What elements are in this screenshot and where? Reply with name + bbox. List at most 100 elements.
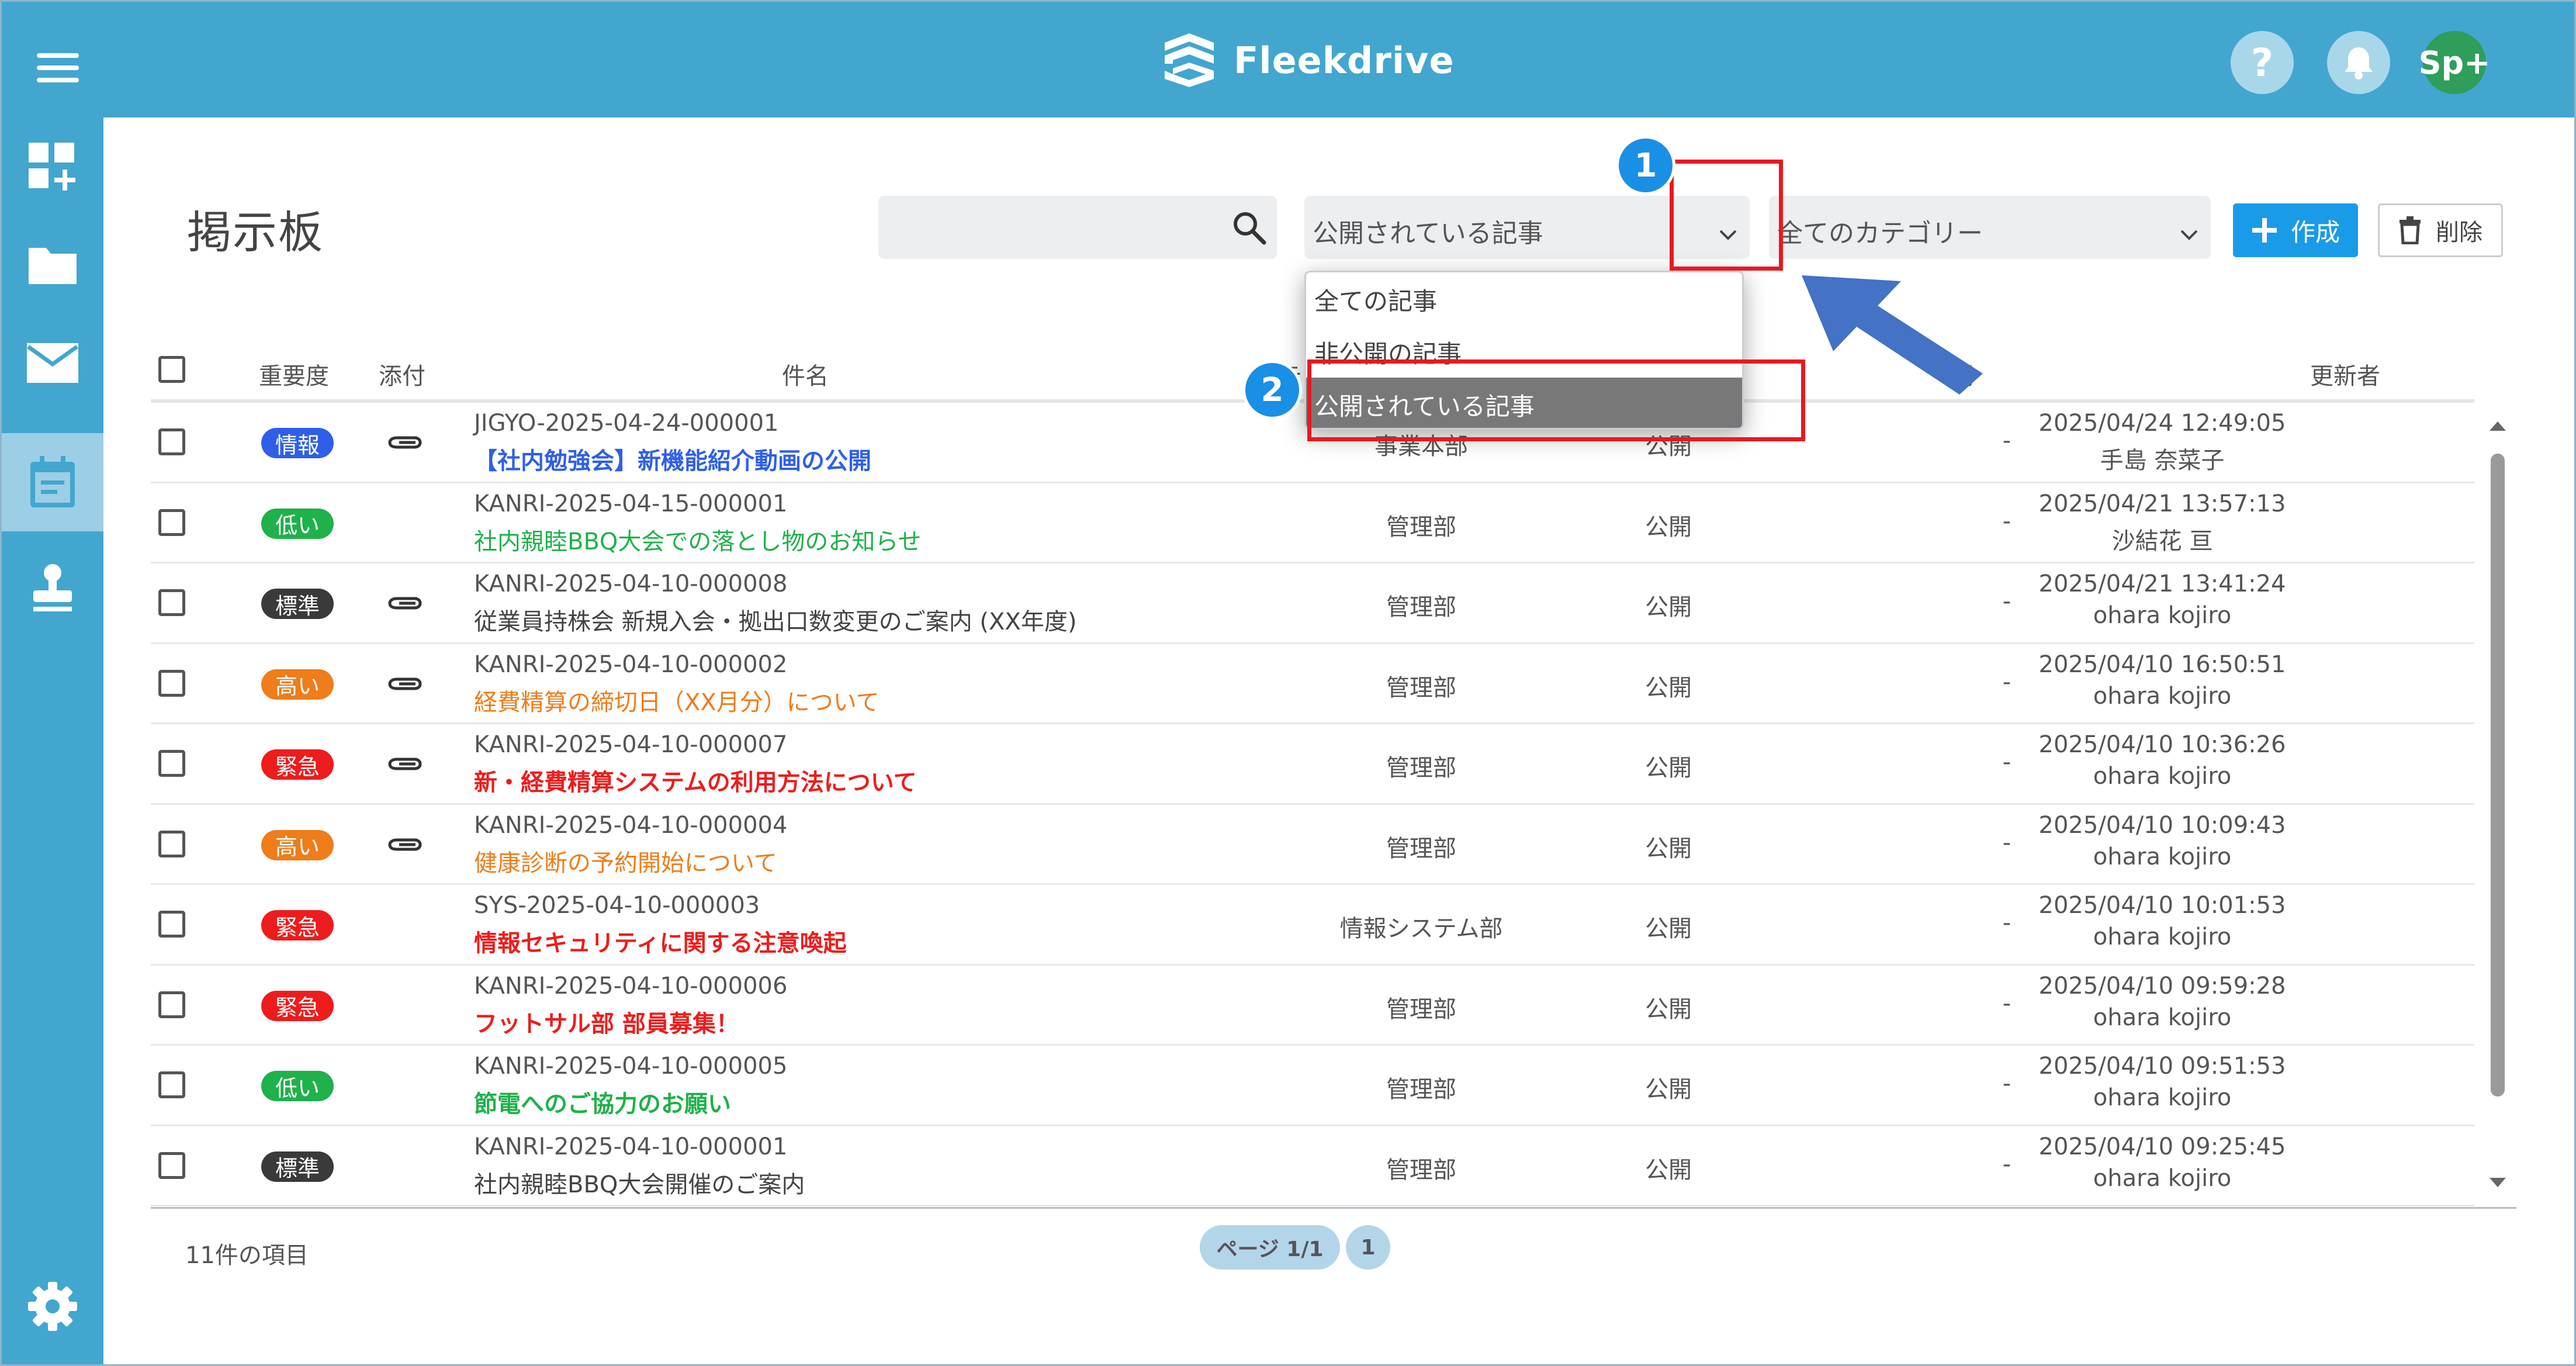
step-2-marker: 2: [1245, 363, 1299, 417]
table-row[interactable]: 低い KANRI-2025-04-15-000001 社内親睦BBQ大会での落とし物…: [151, 483, 2474, 563]
trash-icon: [2400, 216, 2421, 244]
col-updater[interactable]: 更新者: [2310, 357, 2380, 391]
status-cell: 公開: [1645, 1076, 1692, 1103]
paperclip-icon: [386, 430, 424, 455]
table-row[interactable]: 緊急 KANRI-2025-04-10-000006 フットサル部 部員募集！ 管理部…: [151, 966, 2474, 1046]
table-row[interactable]: 緊急 SYS-2025-04-10-000003 情報セキュリティに関する注意喚起 情…: [151, 885, 2474, 966]
sidebar-item-dashboard[interactable]: [2, 117, 103, 216]
article-subject-link[interactable]: 節電へのご協力のお願い: [474, 1085, 731, 1119]
sidebar-item-folders[interactable]: [2, 216, 103, 314]
table-row[interactable]: 標準 KANRI-2025-04-10-000001 社内親睦BBQ大会開催のご案内…: [151, 1126, 2474, 1206]
article-code: JIGYO-2025-04-24-000001: [474, 410, 779, 437]
row-checkbox[interactable]: [158, 991, 185, 1018]
updated-datetime: 2025/04/10 10:09:43: [2038, 811, 2286, 839]
article-subject-link[interactable]: 経費精算の締切日（XX月分）について: [474, 683, 880, 717]
department-cell: 管理部: [1386, 1076, 1456, 1103]
step-1-marker: 1: [1619, 139, 1673, 192]
row-checkbox[interactable]: [158, 1151, 185, 1179]
article-subject-link[interactable]: 新・経費精算システムの利用方法について: [474, 763, 917, 797]
search-input[interactable]: [878, 196, 1277, 259]
updated-datetime: 2025/04/21 13:41:24: [2038, 570, 2286, 597]
updater-name: 手島 奈菜子: [2100, 447, 2225, 474]
notifications-button[interactable]: [2327, 31, 2390, 94]
status-cell: 公開: [1645, 674, 1692, 701]
help-button[interactable]: ?: [2231, 31, 2294, 94]
create-button[interactable]: 作成: [2233, 203, 2358, 257]
row-checkbox[interactable]: [158, 750, 185, 777]
page-number-button[interactable]: 1: [1346, 1225, 1390, 1270]
status-cell: 公開: [1645, 755, 1692, 781]
sidebar-item-stamp[interactable]: [2, 540, 103, 638]
status-cell: 公開: [1645, 995, 1692, 1023]
updated-datetime: 2025/04/24 12:49:05: [2038, 410, 2286, 437]
importance-badge: 低い: [261, 1071, 334, 1101]
row-checkbox[interactable]: [158, 1071, 185, 1098]
article-subject-link[interactable]: 健康診断の予約開始について: [474, 844, 777, 878]
user-avatar[interactable]: Sp+: [2419, 31, 2490, 94]
table-row[interactable]: 低い KANRI-2025-04-10-000005 節電へのご協力のお願い 管理部 公…: [151, 1046, 2474, 1126]
chevron-down-icon[interactable]: [2179, 218, 2199, 248]
updater-name: ohara kojiro: [2093, 1004, 2232, 1031]
article-subject-link[interactable]: フットサル部 部員募集！: [474, 1005, 739, 1039]
highlight-box-chevron: [1670, 160, 1783, 271]
department-cell: 管理部: [1386, 513, 1456, 541]
article-subject-link[interactable]: 社内親睦BBQ大会での落とし物のお知らせ: [474, 523, 922, 556]
dashboard-add-icon: [29, 143, 75, 191]
row-checkbox[interactable]: [158, 509, 185, 536]
updated-datetime: 2025/04/10 09:51:53: [2038, 1053, 2286, 1080]
row-checkbox[interactable]: [158, 669, 185, 697]
col-attachment[interactable]: 添付: [379, 357, 425, 391]
scrollbar-thumb[interactable]: [2491, 454, 2505, 1097]
sidebar-item-mail[interactable]: [2, 314, 103, 412]
updated-datetime: 2025/04/10 09:59:28: [2038, 972, 2286, 1000]
article-subject-link[interactable]: 社内親睦BBQ大会開催のご案内: [474, 1166, 805, 1199]
department-cell: 管理部: [1386, 755, 1456, 781]
dropdown-option-all[interactable]: 全ての記事: [1306, 272, 1742, 324]
importance-badge: 緊急: [261, 990, 334, 1021]
delete-button[interactable]: 削除: [2378, 203, 2503, 257]
delete-button-label: 削除: [2436, 219, 2482, 246]
col-importance[interactable]: 重要度: [259, 357, 329, 391]
updated-datetime: 2025/04/10 16:50:51: [2038, 651, 2286, 678]
fleekdrive-logo-icon: [1165, 33, 1214, 87]
importance-badge: 情報: [261, 428, 334, 458]
updater-name: ohara kojiro: [2093, 1084, 2232, 1111]
table-row[interactable]: 標準 KANRI-2025-04-10-000008 従業員持株会 新規入会・拠出口…: [151, 563, 2474, 644]
main-content: 掲示板 公開されている記事 全てのカテゴリー 作成 削除 重要度 添付 件名 更…: [103, 117, 2574, 1364]
paperclip-icon: [386, 751, 424, 777]
department-cell: 管理部: [1386, 835, 1456, 862]
table-row[interactable]: 高い KANRI-2025-04-10-000002 経費精算の締切日（XX月分）に…: [151, 644, 2474, 724]
sidebar-item-bulletin-board[interactable]: [2, 433, 103, 531]
article-code: KANRI-2025-04-10-000005: [474, 1053, 788, 1080]
search-icon[interactable]: [1230, 209, 1268, 248]
row-checkbox[interactable]: [158, 830, 185, 857]
table-row[interactable]: 高い KANRI-2025-04-10-000004 健康診断の予約開始について 管理…: [151, 805, 2474, 885]
updated-datetime: 2025/04/10 10:36:26: [2038, 731, 2286, 758]
row-checkbox[interactable]: [158, 589, 185, 616]
row-checkbox[interactable]: [158, 911, 185, 938]
scroll-down-icon[interactable]: [2488, 1177, 2507, 1189]
article-subject-link[interactable]: 従業員持株会 新規入会・拠出口数変更のご案内 (XX年度): [474, 603, 1076, 637]
table-body: 情報 JIGYO-2025-04-24-000001 【社内勉強会】新機能紹介動画の…: [151, 403, 2474, 1206]
app-window: Fleekdrive ? Sp+ 掲示板 公開されている記事 全てのカテゴリー …: [0, 0, 2576, 1366]
sidebar-item-settings[interactable]: [2, 1257, 103, 1355]
help-icon: ?: [2250, 40, 2274, 85]
article-subject-link[interactable]: 【社内勉強会】新機能紹介動画の公開: [474, 442, 871, 476]
article-code: KANRI-2025-04-10-000006: [474, 972, 788, 1000]
item-count: 11件の項目: [185, 1242, 309, 1269]
scroll-up-icon[interactable]: [2488, 419, 2507, 432]
table-row[interactable]: 緊急 KANRI-2025-04-10-000007 新・経費精算システムの利用方法…: [151, 724, 2474, 805]
article-subject-link[interactable]: 情報セキュリティに関する注意喚起: [474, 924, 847, 958]
status-cell: 公開: [1645, 594, 1692, 621]
row-checkbox[interactable]: [158, 428, 185, 455]
article-code: KANRI-2025-04-10-000008: [474, 570, 788, 597]
col-subject[interactable]: 件名: [782, 357, 829, 391]
category-filter-select[interactable]: 全てのカテゴリー: [1769, 196, 2211, 259]
app-logo[interactable]: Fleekdrive: [1159, 31, 1455, 89]
status-filter-value: 公開されている記事: [1313, 219, 1543, 248]
importance-badge: 緊急: [261, 910, 334, 940]
calendar-board-icon: [30, 456, 75, 507]
hamburger-menu-icon[interactable]: [37, 53, 79, 82]
select-all-checkbox[interactable]: [158, 356, 185, 383]
page-indicator: ページ 1/1: [1200, 1225, 1340, 1270]
